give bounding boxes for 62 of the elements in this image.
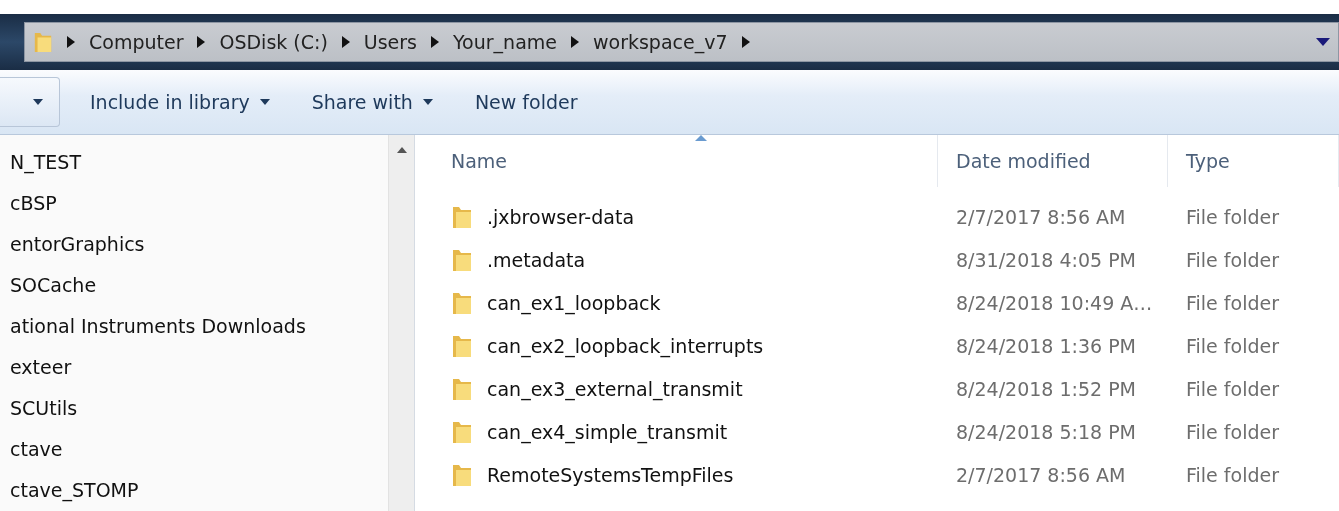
file-name-text: can_ex4_simple_transmit xyxy=(487,420,728,443)
chevron-icon xyxy=(341,36,350,48)
nav-item[interactable]: SOCache xyxy=(0,264,388,306)
scrollbar[interactable] xyxy=(388,135,414,511)
nav-item[interactable]: ctave xyxy=(0,428,388,470)
file-name-text: can_ex2_loopback_interrupts xyxy=(487,334,764,357)
caret-icon xyxy=(33,99,43,105)
breadcrumb-item[interactable]: Your_name xyxy=(453,31,557,53)
chevron-icon xyxy=(431,36,440,48)
breadcrumb-item[interactable]: Users xyxy=(363,31,418,53)
type-cell-text: File folder xyxy=(1185,377,1280,400)
type-cell-text: File folder xyxy=(1185,291,1280,314)
nav-item[interactable]: ctave_STOMP xyxy=(0,469,388,511)
folder-icon xyxy=(33,30,53,54)
chevron-icon xyxy=(741,36,750,48)
type-cell-text: File folder xyxy=(1185,420,1280,443)
file-name-text: .metadata xyxy=(487,248,586,271)
column-header[interactable]: Name xyxy=(433,135,938,187)
date-cell-text: 8/24/2018 10:49 A… xyxy=(955,291,1154,314)
file-name[interactable]: RemoteSystemsTempFiles xyxy=(433,461,938,488)
nav-item[interactable]: N_TEST xyxy=(0,141,388,183)
caret-icon xyxy=(422,99,433,105)
nav-item[interactable]: cBSP xyxy=(0,182,388,224)
breadcrumb-item[interactable]: workspace_v7 xyxy=(593,31,728,53)
column-header[interactable]: Date modified xyxy=(938,135,1168,187)
toolbar-button[interactable]: Share with xyxy=(299,85,445,119)
breadcrumb-item[interactable]: Computer xyxy=(89,31,184,53)
column-header[interactable]: Type xyxy=(1168,135,1339,187)
file-name-text: .jxbrowser-data xyxy=(487,205,635,228)
type-cell-text: File folder xyxy=(1185,334,1280,357)
nav-item[interactable]: exteer xyxy=(0,346,388,388)
address-bar[interactable]: Computer OSDisk (C:) Users Your_name workspace_v7 xyxy=(24,22,1339,62)
file-name[interactable]: can_ex4_simple_transmit xyxy=(433,418,938,445)
date-cell-text: 8/31/2018 4:05 PM xyxy=(955,248,1138,271)
file-name-text: can_ex1_loopback xyxy=(487,291,661,314)
type-cell-text: File folder xyxy=(1185,463,1280,486)
nav-item[interactable]: SCUtils xyxy=(0,387,388,429)
file-name[interactable]: .jxbrowser-data xyxy=(433,203,938,230)
toolbar-button[interactable]: New folder xyxy=(462,85,590,119)
type-cell-text: File folder xyxy=(1185,248,1280,271)
chevron-icon xyxy=(197,36,206,48)
date-cell-text: 8/24/2018 1:36 PM xyxy=(955,334,1138,357)
date-cell-text: 2/7/2017 8:56 AM xyxy=(955,463,1127,486)
file-name[interactable]: can_ex2_loopback_interrupts xyxy=(433,332,938,359)
nav-item[interactable]: entorGraphics xyxy=(0,223,388,265)
type-cell-text: File folder xyxy=(1185,205,1280,228)
file-name-text: can_ex3_external_transmit xyxy=(487,377,743,400)
dropdown-icon[interactable] xyxy=(1316,38,1330,46)
date-cell-text: 8/24/2018 5:18 PM xyxy=(955,420,1138,443)
file-name[interactable]: .metadata xyxy=(433,246,938,273)
date-cell-text: 8/24/2018 1:52 PM xyxy=(955,377,1138,400)
chevron-icon xyxy=(571,36,579,48)
caret-icon xyxy=(259,99,270,105)
scroll-up-icon[interactable] xyxy=(396,147,407,153)
nav-item[interactable]: ational Instruments Downloads xyxy=(0,305,388,347)
chevron-icon xyxy=(67,36,75,48)
date-cell-text: 2/7/2017 8:56 AM xyxy=(955,205,1127,228)
toolbar-button[interactable]: Include in library xyxy=(78,85,282,119)
file-name[interactable]: can_ex1_loopback xyxy=(433,289,938,316)
breadcrumb-item[interactable]: OSDisk (C:) xyxy=(219,31,328,53)
file-name-text: RemoteSystemsTempFiles xyxy=(487,463,734,486)
file-name[interactable]: can_ex3_external_transmit xyxy=(433,375,938,402)
